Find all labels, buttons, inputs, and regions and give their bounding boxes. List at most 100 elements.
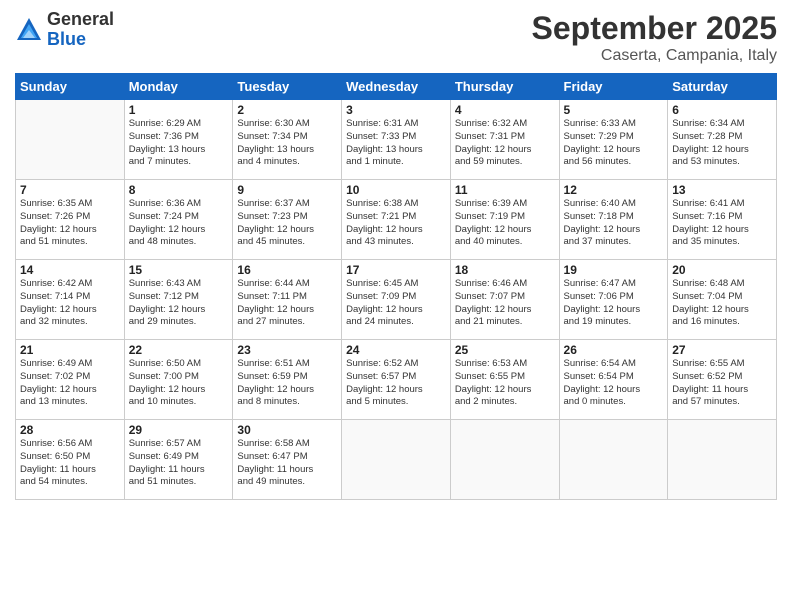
day-number: 13 <box>672 183 772 197</box>
calendar-header-row: SundayMondayTuesdayWednesdayThursdayFrid… <box>16 74 777 100</box>
calendar-week-2: 14Sunrise: 6:42 AMSunset: 7:14 PMDayligh… <box>16 260 777 340</box>
day-info: Sunrise: 6:57 AMSunset: 6:49 PMDaylight:… <box>129 438 229 489</box>
day-info: Sunrise: 6:34 AMSunset: 7:28 PMDaylight:… <box>672 118 772 169</box>
day-number: 5 <box>564 103 664 117</box>
day-info: Sunrise: 6:36 AMSunset: 7:24 PMDaylight:… <box>129 198 229 249</box>
calendar-cell: 23Sunrise: 6:51 AMSunset: 6:59 PMDayligh… <box>233 340 342 420</box>
day-info: Sunrise: 6:58 AMSunset: 6:47 PMDaylight:… <box>237 438 337 489</box>
calendar-cell: 18Sunrise: 6:46 AMSunset: 7:07 PMDayligh… <box>450 260 559 340</box>
calendar-cell: 6Sunrise: 6:34 AMSunset: 7:28 PMDaylight… <box>668 100 777 180</box>
day-number: 2 <box>237 103 337 117</box>
day-number: 27 <box>672 343 772 357</box>
calendar-cell: 30Sunrise: 6:58 AMSunset: 6:47 PMDayligh… <box>233 420 342 500</box>
calendar-cell: 9Sunrise: 6:37 AMSunset: 7:23 PMDaylight… <box>233 180 342 260</box>
day-info: Sunrise: 6:54 AMSunset: 6:54 PMDaylight:… <box>564 358 664 409</box>
day-info: Sunrise: 6:53 AMSunset: 6:55 PMDaylight:… <box>455 358 555 409</box>
day-info: Sunrise: 6:43 AMSunset: 7:12 PMDaylight:… <box>129 278 229 329</box>
calendar-cell: 12Sunrise: 6:40 AMSunset: 7:18 PMDayligh… <box>559 180 668 260</box>
day-number: 21 <box>20 343 120 357</box>
calendar-header-sunday: Sunday <box>16 74 125 100</box>
calendar-cell: 19Sunrise: 6:47 AMSunset: 7:06 PMDayligh… <box>559 260 668 340</box>
calendar: SundayMondayTuesdayWednesdayThursdayFrid… <box>15 73 777 500</box>
day-number: 20 <box>672 263 772 277</box>
calendar-cell: 8Sunrise: 6:36 AMSunset: 7:24 PMDaylight… <box>124 180 233 260</box>
day-info: Sunrise: 6:38 AMSunset: 7:21 PMDaylight:… <box>346 198 446 249</box>
calendar-cell: 4Sunrise: 6:32 AMSunset: 7:31 PMDaylight… <box>450 100 559 180</box>
day-info: Sunrise: 6:31 AMSunset: 7:33 PMDaylight:… <box>346 118 446 169</box>
day-number: 7 <box>20 183 120 197</box>
calendar-cell: 11Sunrise: 6:39 AMSunset: 7:19 PMDayligh… <box>450 180 559 260</box>
calendar-cell <box>450 420 559 500</box>
logo: General Blue <box>15 10 114 50</box>
calendar-cell: 29Sunrise: 6:57 AMSunset: 6:49 PMDayligh… <box>124 420 233 500</box>
day-number: 28 <box>20 423 120 437</box>
day-number: 6 <box>672 103 772 117</box>
calendar-cell: 20Sunrise: 6:48 AMSunset: 7:04 PMDayligh… <box>668 260 777 340</box>
calendar-cell <box>668 420 777 500</box>
calendar-cell: 13Sunrise: 6:41 AMSunset: 7:16 PMDayligh… <box>668 180 777 260</box>
day-number: 15 <box>129 263 229 277</box>
month-title: September 2025 <box>532 10 777 47</box>
day-info: Sunrise: 6:39 AMSunset: 7:19 PMDaylight:… <box>455 198 555 249</box>
calendar-week-0: 1Sunrise: 6:29 AMSunset: 7:36 PMDaylight… <box>16 100 777 180</box>
calendar-cell: 21Sunrise: 6:49 AMSunset: 7:02 PMDayligh… <box>16 340 125 420</box>
calendar-cell: 25Sunrise: 6:53 AMSunset: 6:55 PMDayligh… <box>450 340 559 420</box>
day-info: Sunrise: 6:30 AMSunset: 7:34 PMDaylight:… <box>237 118 337 169</box>
logo-general: General <box>47 10 114 30</box>
calendar-cell: 27Sunrise: 6:55 AMSunset: 6:52 PMDayligh… <box>668 340 777 420</box>
day-number: 22 <box>129 343 229 357</box>
header: General Blue September 2025 Caserta, Cam… <box>15 10 777 65</box>
calendar-cell <box>16 100 125 180</box>
day-info: Sunrise: 6:50 AMSunset: 7:00 PMDaylight:… <box>129 358 229 409</box>
calendar-header-thursday: Thursday <box>450 74 559 100</box>
calendar-header-wednesday: Wednesday <box>342 74 451 100</box>
day-number: 3 <box>346 103 446 117</box>
calendar-cell <box>342 420 451 500</box>
calendar-cell: 28Sunrise: 6:56 AMSunset: 6:50 PMDayligh… <box>16 420 125 500</box>
day-number: 4 <box>455 103 555 117</box>
day-number: 24 <box>346 343 446 357</box>
day-number: 30 <box>237 423 337 437</box>
day-info: Sunrise: 6:33 AMSunset: 7:29 PMDaylight:… <box>564 118 664 169</box>
calendar-cell: 2Sunrise: 6:30 AMSunset: 7:34 PMDaylight… <box>233 100 342 180</box>
day-info: Sunrise: 6:55 AMSunset: 6:52 PMDaylight:… <box>672 358 772 409</box>
day-info: Sunrise: 6:45 AMSunset: 7:09 PMDaylight:… <box>346 278 446 329</box>
logo-blue: Blue <box>47 30 114 50</box>
calendar-header-friday: Friday <box>559 74 668 100</box>
calendar-week-3: 21Sunrise: 6:49 AMSunset: 7:02 PMDayligh… <box>16 340 777 420</box>
day-info: Sunrise: 6:56 AMSunset: 6:50 PMDaylight:… <box>20 438 120 489</box>
day-number: 29 <box>129 423 229 437</box>
logo-icon <box>15 16 43 44</box>
page: General Blue September 2025 Caserta, Cam… <box>0 0 792 612</box>
calendar-cell <box>559 420 668 500</box>
day-info: Sunrise: 6:32 AMSunset: 7:31 PMDaylight:… <box>455 118 555 169</box>
calendar-cell: 16Sunrise: 6:44 AMSunset: 7:11 PMDayligh… <box>233 260 342 340</box>
day-info: Sunrise: 6:52 AMSunset: 6:57 PMDaylight:… <box>346 358 446 409</box>
calendar-week-1: 7Sunrise: 6:35 AMSunset: 7:26 PMDaylight… <box>16 180 777 260</box>
logo-text: General Blue <box>47 10 114 50</box>
calendar-cell: 10Sunrise: 6:38 AMSunset: 7:21 PMDayligh… <box>342 180 451 260</box>
calendar-week-4: 28Sunrise: 6:56 AMSunset: 6:50 PMDayligh… <box>16 420 777 500</box>
calendar-cell: 26Sunrise: 6:54 AMSunset: 6:54 PMDayligh… <box>559 340 668 420</box>
calendar-cell: 15Sunrise: 6:43 AMSunset: 7:12 PMDayligh… <box>124 260 233 340</box>
calendar-header-tuesday: Tuesday <box>233 74 342 100</box>
calendar-cell: 17Sunrise: 6:45 AMSunset: 7:09 PMDayligh… <box>342 260 451 340</box>
calendar-cell: 5Sunrise: 6:33 AMSunset: 7:29 PMDaylight… <box>559 100 668 180</box>
day-number: 10 <box>346 183 446 197</box>
calendar-cell: 1Sunrise: 6:29 AMSunset: 7:36 PMDaylight… <box>124 100 233 180</box>
day-info: Sunrise: 6:37 AMSunset: 7:23 PMDaylight:… <box>237 198 337 249</box>
calendar-header-monday: Monday <box>124 74 233 100</box>
day-info: Sunrise: 6:49 AMSunset: 7:02 PMDaylight:… <box>20 358 120 409</box>
day-info: Sunrise: 6:35 AMSunset: 7:26 PMDaylight:… <box>20 198 120 249</box>
title-block: September 2025 Caserta, Campania, Italy <box>532 10 777 65</box>
day-number: 9 <box>237 183 337 197</box>
day-info: Sunrise: 6:46 AMSunset: 7:07 PMDaylight:… <box>455 278 555 329</box>
day-info: Sunrise: 6:42 AMSunset: 7:14 PMDaylight:… <box>20 278 120 329</box>
day-number: 12 <box>564 183 664 197</box>
calendar-cell: 24Sunrise: 6:52 AMSunset: 6:57 PMDayligh… <box>342 340 451 420</box>
day-info: Sunrise: 6:41 AMSunset: 7:16 PMDaylight:… <box>672 198 772 249</box>
subtitle: Caserta, Campania, Italy <box>532 47 777 65</box>
day-number: 11 <box>455 183 555 197</box>
calendar-cell: 7Sunrise: 6:35 AMSunset: 7:26 PMDaylight… <box>16 180 125 260</box>
calendar-cell: 3Sunrise: 6:31 AMSunset: 7:33 PMDaylight… <box>342 100 451 180</box>
